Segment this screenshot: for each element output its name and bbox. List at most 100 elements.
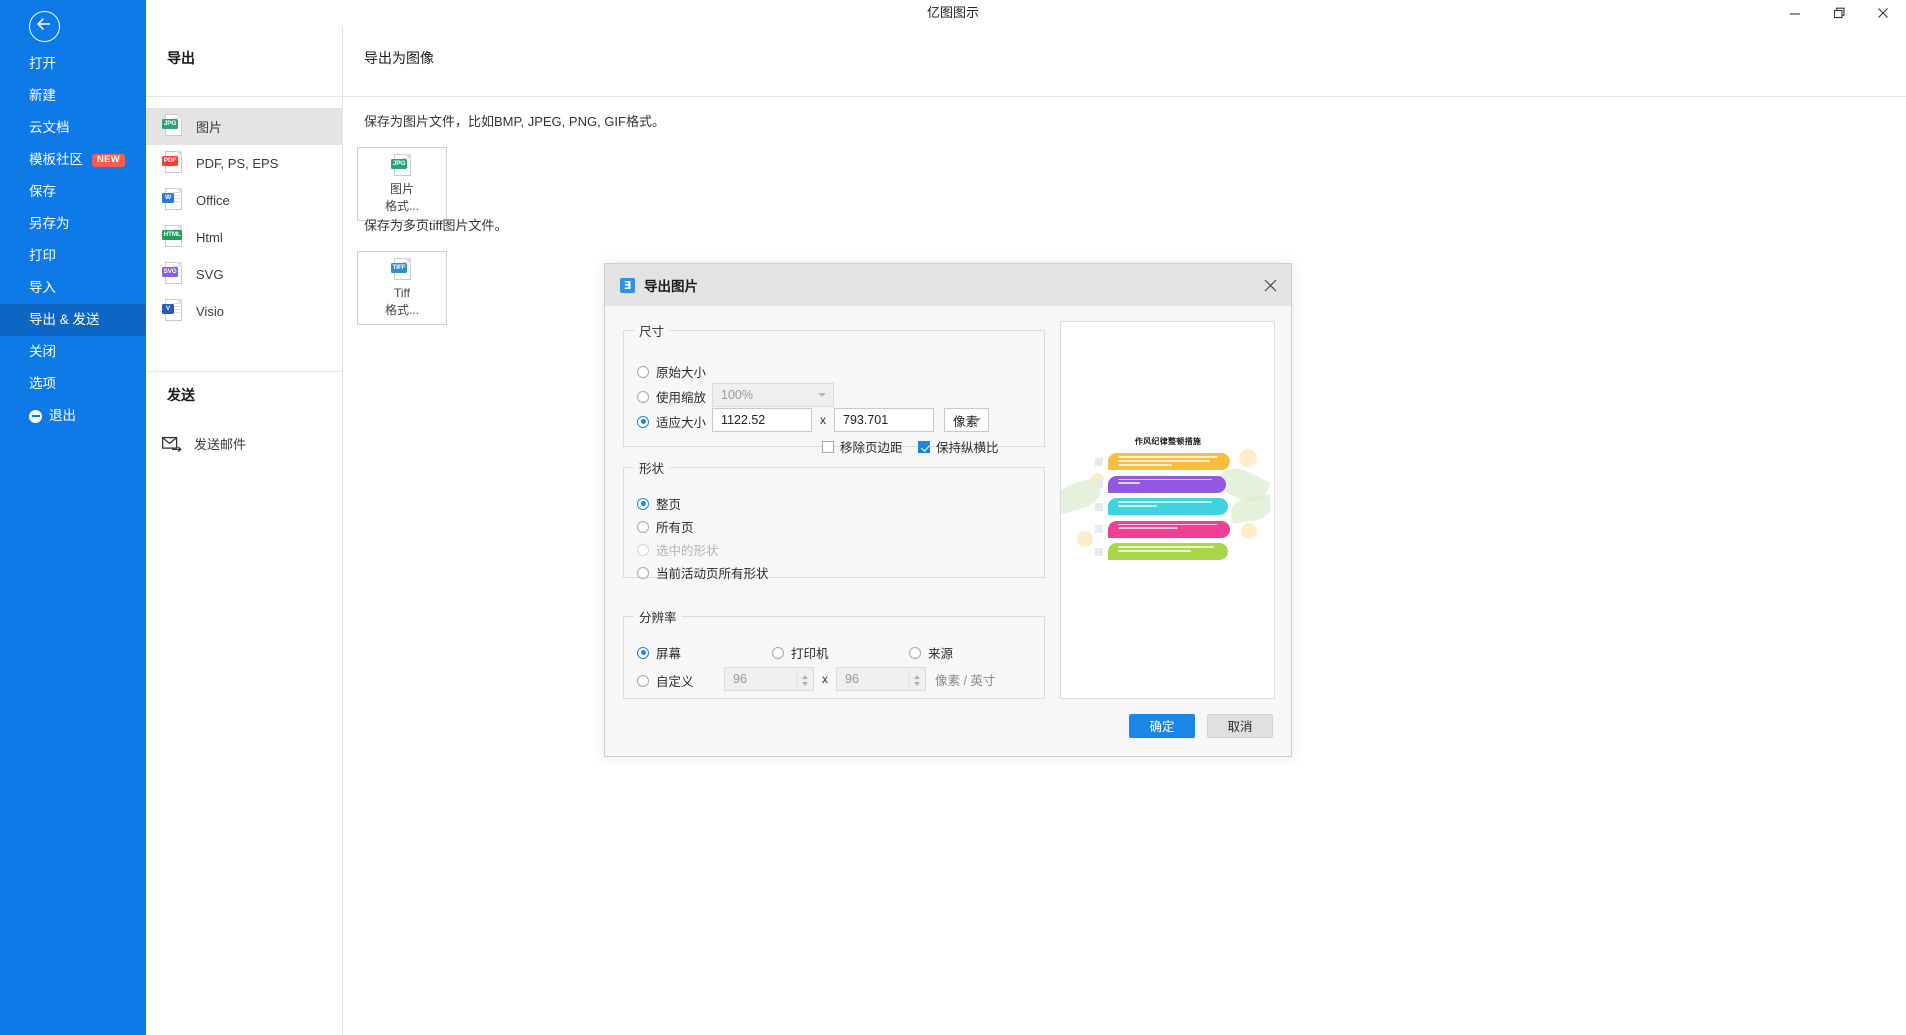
main-divider <box>343 96 1906 97</box>
preview-bar <box>1108 543 1228 560</box>
height-input[interactable]: 793.701 <box>834 408 934 432</box>
size-option-fit[interactable]: 适应大小 <box>637 412 706 431</box>
dpi-y-stepper[interactable] <box>909 669 924 691</box>
card-label-line1: 图片 <box>389 182 414 196</box>
resolution-option-screen[interactable]: 屏幕 <box>637 643 681 662</box>
sidebar-item-print[interactable]: 打印 <box>0 240 146 272</box>
dpi-x-stepper[interactable] <box>797 669 812 691</box>
sidebar-item-import[interactable]: 导入 <box>0 272 146 304</box>
image-format-description: 保存为图片文件，比如BMP, JPEG, PNG, GIF格式。 <box>364 114 665 129</box>
nav-label: 打印 <box>29 248 56 263</box>
nav-label: 关闭 <box>29 344 56 359</box>
dialog-buttons: 确定 取消 <box>1129 714 1273 738</box>
dialog-close-icon[interactable] <box>1249 264 1291 306</box>
tiff-format-card[interactable]: TIFF Tiff 格式... <box>357 251 447 325</box>
option-label: 原始大小 <box>656 366 707 380</box>
width-input[interactable]: 1122.52 <box>712 408 812 432</box>
preview-bar-row <box>1095 498 1245 515</box>
resolution-option-printer[interactable]: 打印机 <box>772 643 829 662</box>
preview-bar-row <box>1095 453 1245 470</box>
resolution-group-legend: 分辨率 <box>639 611 677 625</box>
format-label: 图片 <box>196 120 223 135</box>
nav-item-list: 打开 新建 云文档 模板社区 NEW 保存 另存为 打印 导入 导出 & 发送 关… <box>0 48 146 432</box>
nav-label: 选项 <box>29 376 56 391</box>
dpi-unit-label: 像素 / 英寸 <box>935 673 996 688</box>
size-option-original[interactable]: 原始大小 <box>637 362 706 381</box>
sidebar-item-open[interactable]: 打开 <box>0 48 146 80</box>
option-label: 屏幕 <box>656 647 682 661</box>
resolution-option-source[interactable]: 来源 <box>909 643 953 662</box>
radio-custom[interactable] <box>637 674 649 687</box>
remove-margin-checkbox-row[interactable]: 移除页边距 <box>822 437 903 456</box>
shape-group: 形状 整页 所有页 选中的形状 当前活动页所有形状 <box>623 458 1045 581</box>
radio-printer[interactable] <box>772 646 784 659</box>
cancel-button[interactable]: 取消 <box>1207 714 1273 738</box>
format-item-image[interactable]: JPG 图片 <box>146 108 343 145</box>
checkbox-label: 保持纵横比 <box>936 441 999 455</box>
radio-screen[interactable] <box>637 646 649 659</box>
scale-value: 100% <box>721 388 753 402</box>
custom-dpi-y-input[interactable]: 96 <box>836 667 926 691</box>
sidebar-item-template-community[interactable]: 模板社区 NEW <box>0 144 146 176</box>
ok-button[interactable]: 确定 <box>1129 714 1195 738</box>
export-panel-title: 导出 <box>167 50 195 66</box>
radio-use-scale[interactable] <box>637 390 649 403</box>
minimize-icon[interactable] <box>1786 4 1804 22</box>
send-email-item[interactable]: 发送邮件 <box>161 434 247 453</box>
format-item-office[interactable]: W Office <box>146 182 343 219</box>
checkbox-remove-margin[interactable] <box>822 440 834 453</box>
format-item-svg[interactable]: SVG SVG <box>146 256 343 293</box>
sidebar-item-options[interactable]: 选项 <box>0 368 146 400</box>
dpi-y-value: 96 <box>845 672 859 686</box>
option-label: 当前活动页所有形状 <box>656 567 769 581</box>
sidebar-item-exit[interactable]: 退出 <box>0 400 146 432</box>
shape-option-all-pages[interactable]: 所有页 <box>637 517 694 536</box>
format-item-pdf[interactable]: PDF PDF, PS, EPS <box>146 145 343 182</box>
radio-all-pages[interactable] <box>637 520 649 533</box>
svg-file-icon: SVG <box>162 261 184 288</box>
sidebar-item-save[interactable]: 保存 <box>0 176 146 208</box>
dpi-separator: x <box>822 672 828 686</box>
radio-fit-size[interactable] <box>637 415 649 428</box>
checkbox-keep-aspect-ratio[interactable] <box>918 440 930 453</box>
option-label: 来源 <box>928 647 954 661</box>
size-separator: x <box>820 413 826 427</box>
dialog-title: 导出图片 <box>644 279 698 294</box>
sidebar-item-save-as[interactable]: 另存为 <box>0 208 146 240</box>
size-group: 尺寸 原始大小 使用缩放 100% 适应大小 1122.52 x 793.701 <box>623 321 1045 455</box>
sidebar-item-cloud[interactable]: 云文档 <box>0 112 146 144</box>
custom-dpi-x-input[interactable]: 96 <box>724 667 814 691</box>
close-icon[interactable] <box>1874 4 1892 22</box>
send-email-label: 发送邮件 <box>194 437 247 452</box>
radio-original-size[interactable] <box>637 365 649 378</box>
radio-selected-shapes <box>637 543 649 556</box>
size-inputs-row: 1122.52 x 793.701 像素 <box>712 408 989 432</box>
shape-option-active-page-shapes[interactable]: 当前活动页所有形状 <box>637 563 769 582</box>
jpg-file-icon: JPG <box>162 113 184 140</box>
preview-document-title: 作风纪律整顿措施 <box>1134 437 1202 446</box>
decorative-flower-icon <box>1077 531 1093 547</box>
card-label-line2: 格式... <box>384 199 419 213</box>
image-format-card[interactable]: JPG 图片 格式... <box>357 147 447 221</box>
radio-active-page-shapes[interactable] <box>637 566 649 579</box>
format-item-html[interactable]: HTML Html <box>146 219 343 256</box>
pdf-file-icon: PDF <box>162 150 184 177</box>
sidebar-item-close[interactable]: 关闭 <box>0 336 146 368</box>
keep-ratio-checkbox-row[interactable]: 保持纵横比 <box>918 437 999 456</box>
sidebar-item-new[interactable]: 新建 <box>0 80 146 112</box>
nav-label: 云文档 <box>29 120 70 135</box>
sidebar-item-export-send[interactable]: 导出 & 发送 <box>0 304 146 336</box>
scale-select[interactable]: 100% <box>712 383 834 407</box>
dialog-header: Ǝ 导出图片 <box>605 264 1291 306</box>
radio-whole-page[interactable] <box>637 497 649 510</box>
size-unit-select[interactable]: 像素 <box>944 408 989 432</box>
size-option-scale[interactable]: 使用缩放 <box>637 387 706 406</box>
restore-icon[interactable] <box>1830 4 1848 22</box>
resolution-option-custom[interactable]: 自定义 <box>637 671 694 690</box>
radio-source[interactable] <box>909 646 921 659</box>
format-item-visio[interactable]: V Visio <box>146 293 343 330</box>
shape-option-whole-page[interactable]: 整页 <box>637 494 681 513</box>
back-button[interactable] <box>29 11 60 42</box>
checkbox-label: 移除页边距 <box>840 441 903 455</box>
preview-bar-index <box>1095 502 1103 511</box>
